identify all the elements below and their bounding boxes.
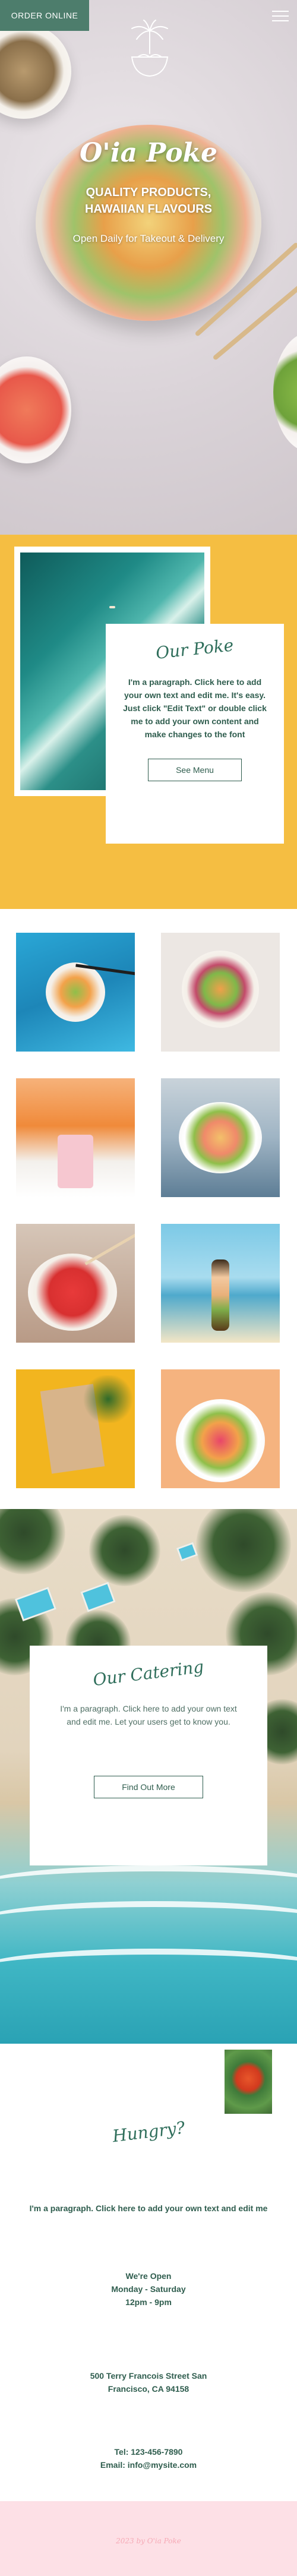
- gallery-image-hula-doll[interactable]: [161, 1224, 280, 1343]
- gallery-section: [0, 909, 297, 1509]
- hungry-section: Hungry? I'm a paragraph. Click here to a…: [0, 2044, 297, 2501]
- catering-title: Our Catering: [91, 1656, 206, 1690]
- address-line-1: 500 Terry Francois Street San: [90, 2371, 207, 2381]
- our-poke-section: Our Poke I'm a paragraph. Click here to …: [0, 535, 297, 909]
- our-poke-card: Our Poke I'm a paragraph. Click here to …: [106, 624, 284, 844]
- catering-card: Our Catering I'm a paragraph. Click here…: [30, 1646, 267, 1865]
- gallery-image-poke-bowl[interactable]: [161, 933, 280, 1052]
- address-line-2: Francisco, CA 94158: [108, 2384, 189, 2394]
- page: ORDER ONLINE O'ia Poke QUALITY PRODUCTS,…: [0, 0, 297, 2576]
- ginger-bowl-image: [0, 356, 71, 463]
- greens-bowl-image: [273, 333, 297, 452]
- gallery-image-tuna-chopsticks[interactable]: [16, 1224, 135, 1343]
- hours-line-3: 12pm - 9pm: [125, 2297, 172, 2307]
- footer-copyright: 2023 by O'ia Poke: [116, 2537, 181, 2545]
- hibiscus-flower-image: [225, 2050, 272, 2114]
- gallery-image-bottle-bag[interactable]: [16, 1078, 135, 1197]
- hero-tagline: QUALITY PRODUCTS, HAWAIIAN FLAVOURS: [0, 184, 297, 217]
- hero-section: ORDER ONLINE O'ia Poke QUALITY PRODUCTS,…: [0, 0, 297, 535]
- gallery-image-takeout-bag[interactable]: [16, 1369, 135, 1488]
- hero-title: O'ia Poke: [79, 138, 218, 168]
- catering-paragraph: I'm a paragraph. Click here to add your …: [60, 1704, 237, 1726]
- contact-info: Tel: 123-456-7890 Email: info@mysite.com: [0, 2445, 297, 2471]
- our-poke-paragraph: I'm a paragraph. Click here to add your …: [123, 677, 267, 739]
- palm-bowl-logo-icon[interactable]: [126, 18, 173, 101]
- hours-line-2: Monday - Saturday: [111, 2284, 186, 2294]
- hungry-title: Hungry?: [111, 2117, 186, 2146]
- opening-hours: We're Open Monday - Saturday 12pm - 9pm: [0, 2269, 297, 2309]
- gallery-image-bowl-on-lap[interactable]: [161, 1078, 280, 1197]
- our-poke-title: Our Poke: [154, 635, 235, 663]
- see-menu-button[interactable]: See Menu: [148, 759, 242, 781]
- tagline-line-2: HAWAIIAN FLAVOURS: [84, 203, 213, 216]
- find-out-more-button[interactable]: Find Out More: [94, 1776, 203, 1798]
- hamburger-menu-icon[interactable]: [272, 11, 289, 21]
- footer: 2023 by O'ia Poke: [0, 2501, 297, 2576]
- hero-open-text: Open Daily for Takeout & Delivery: [72, 233, 225, 244]
- hours-line-1: We're Open: [125, 2271, 172, 2281]
- phone-number: Tel: 123-456-7890: [114, 2447, 183, 2457]
- hungry-paragraph: I'm a paragraph. Click here to add your …: [29, 2204, 268, 2213]
- gallery-image-chopsticks-bowl[interactable]: [16, 933, 135, 1052]
- catering-section: Our Catering I'm a paragraph. Click here…: [0, 1509, 297, 2044]
- gallery-image-poke-bowl-peach[interactable]: [161, 1369, 280, 1488]
- order-online-button[interactable]: ORDER ONLINE: [0, 0, 89, 31]
- email-link[interactable]: Email: info@mysite.com: [0, 2458, 297, 2471]
- tagline-line-1: QUALITY PRODUCTS,: [86, 186, 211, 199]
- address: 500 Terry Francois Street San Francisco,…: [0, 2369, 297, 2395]
- sesame-bowl-image: [0, 24, 71, 119]
